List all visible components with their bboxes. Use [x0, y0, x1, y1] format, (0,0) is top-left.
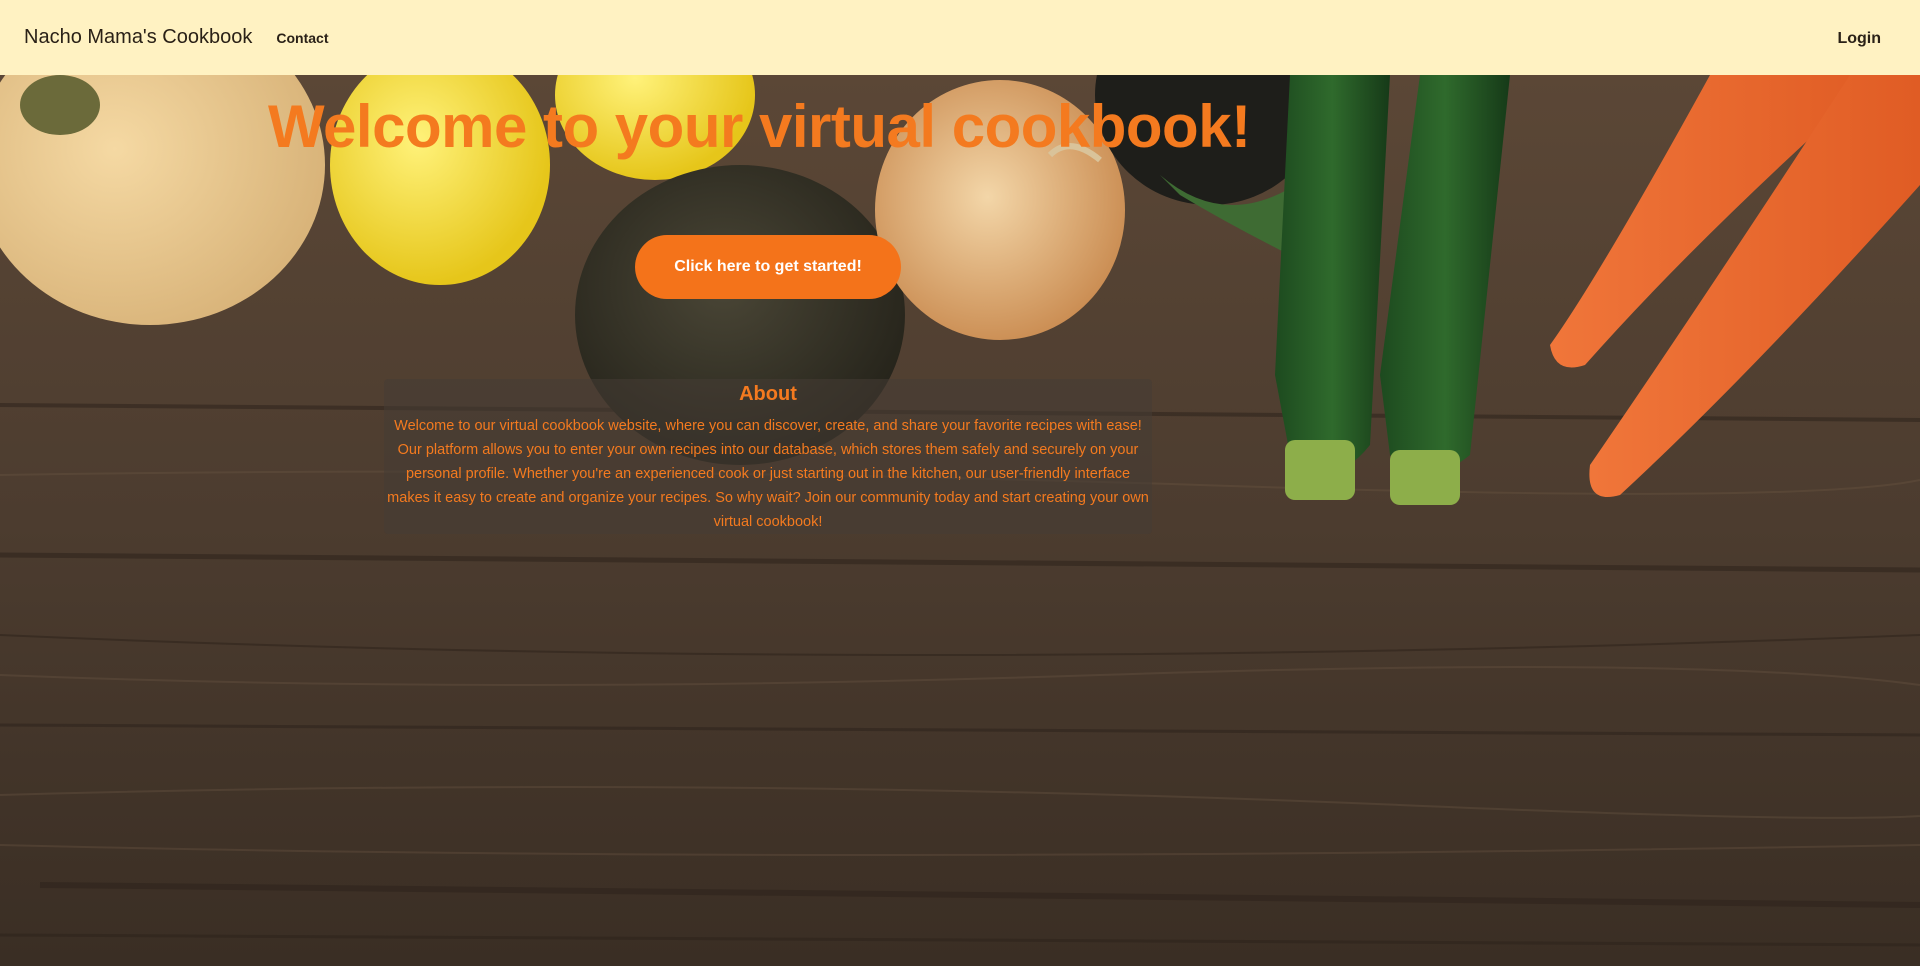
- nav-right: Login: [1837, 28, 1896, 48]
- brand-link[interactable]: Nacho Mama's Cookbook: [24, 26, 252, 49]
- nav-contact-link[interactable]: Contact: [276, 30, 328, 46]
- about-card: About Welcome to our virtual cookbook we…: [384, 379, 1152, 534]
- get-started-button[interactable]: Click here to get started!: [635, 235, 901, 299]
- about-title: About: [739, 383, 797, 405]
- navbar: Nacho Mama's Cookbook Contact Login: [0, 0, 1920, 75]
- about-body: Welcome to our virtual cookbook website,…: [387, 418, 1149, 530]
- nav-login-link[interactable]: Login: [1837, 30, 1881, 47]
- hero-headline: Welcome to your virtual cookbook!: [268, 93, 1251, 160]
